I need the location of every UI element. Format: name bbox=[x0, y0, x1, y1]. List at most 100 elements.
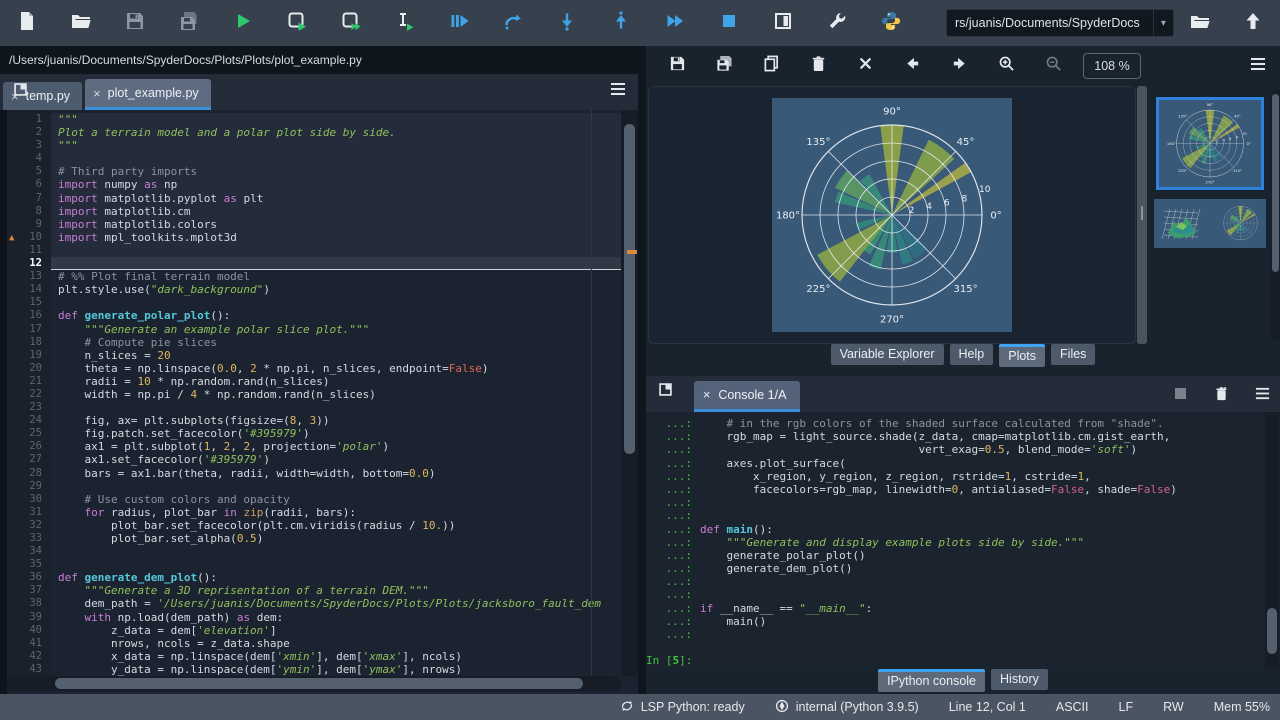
plots-remove-all-button[interactable] bbox=[842, 46, 889, 86]
code-line[interactable]: z_data = dem['elevation'] bbox=[51, 624, 621, 637]
continue-button[interactable] bbox=[648, 0, 702, 46]
code-line[interactable]: n_slices = 20 bbox=[51, 349, 621, 362]
tab-plots[interactable]: Plots bbox=[999, 344, 1045, 367]
code-line[interactable]: def generate_dem_plot(): bbox=[51, 571, 621, 584]
code-line[interactable]: # Third party imports bbox=[51, 165, 621, 178]
close-icon[interactable]: × bbox=[93, 86, 101, 101]
code-line[interactable]: fig, ax= plt.subplots(figsize=(8, 3)) bbox=[51, 414, 621, 427]
line-number[interactable]: 27 bbox=[7, 453, 51, 466]
plots-next-button[interactable] bbox=[936, 46, 983, 86]
line-number[interactable]: 2 bbox=[7, 126, 51, 139]
plots-splitter[interactable] bbox=[1137, 86, 1147, 344]
run-cell-button[interactable] bbox=[270, 0, 324, 46]
code-line[interactable] bbox=[51, 257, 621, 270]
line-number[interactable]: 29 bbox=[7, 480, 51, 493]
plot-thumbnail[interactable] bbox=[1154, 199, 1266, 248]
line-number[interactable]: 28 bbox=[7, 467, 51, 480]
console-scrollbar[interactable] bbox=[1265, 412, 1279, 668]
line-number[interactable]: 19 bbox=[7, 349, 51, 362]
line-number[interactable]: 42 bbox=[7, 650, 51, 663]
tab-files[interactable]: Files bbox=[1051, 344, 1095, 365]
code-line[interactable] bbox=[51, 558, 621, 571]
save-all-button[interactable] bbox=[162, 0, 216, 46]
code-line[interactable] bbox=[51, 480, 621, 493]
line-number[interactable]: 20 bbox=[7, 362, 51, 375]
code-line[interactable]: Plot a terrain model and a polar plot si… bbox=[51, 126, 621, 139]
line-number[interactable]: 40 bbox=[7, 624, 51, 637]
line-number[interactable]: 24 bbox=[7, 414, 51, 427]
line-number[interactable]: 16 bbox=[7, 309, 51, 322]
code-line[interactable]: """ bbox=[51, 113, 621, 126]
code-line[interactable]: ax1 = plt.subplot(1, 2, 2, projection='p… bbox=[51, 440, 621, 453]
debug-file-button[interactable] bbox=[432, 0, 486, 46]
scrollbar-handle[interactable] bbox=[55, 678, 583, 689]
code-line[interactable]: x_data = np.linspace(dem['xmin'], dem['x… bbox=[51, 650, 621, 663]
code-line[interactable]: width = np.pi / 4 * np.random.rand(n_sli… bbox=[51, 388, 621, 401]
chevron-down-icon[interactable]: ▾ bbox=[1153, 10, 1173, 36]
run-cell-advance-button[interactable] bbox=[324, 0, 378, 46]
plots-save-button[interactable] bbox=[654, 46, 701, 86]
line-number[interactable]: 39 bbox=[7, 611, 51, 624]
line-number[interactable]: 41 bbox=[7, 637, 51, 650]
line-number[interactable]: 11 bbox=[7, 244, 51, 257]
preferences-button[interactable] bbox=[810, 0, 864, 46]
line-number[interactable]: 22 bbox=[7, 388, 51, 401]
line-number[interactable]: 6 bbox=[7, 178, 51, 191]
interrupt-kernel-button[interactable] bbox=[1173, 386, 1188, 406]
code-line[interactable]: with np.load(dem_path) as dem: bbox=[51, 611, 621, 624]
new-file-button[interactable] bbox=[0, 0, 54, 46]
editor-options-button[interactable] bbox=[610, 82, 626, 101]
line-number[interactable]: 3 bbox=[7, 139, 51, 152]
line-number[interactable]: 5 bbox=[7, 165, 51, 178]
line-number[interactable]: 14 bbox=[7, 283, 51, 296]
code-area[interactable]: """Plot a terrain model and a polar plot… bbox=[51, 110, 621, 676]
line-number[interactable]: 43 bbox=[7, 663, 51, 676]
code-line[interactable]: import mpl_toolkits.mplot3d bbox=[51, 231, 621, 244]
code-line[interactable]: import matplotlib.pyplot as plt bbox=[51, 192, 621, 205]
stop-button[interactable] bbox=[702, 0, 756, 46]
interpreter-status[interactable]: internal (Python 3.9.5) bbox=[775, 699, 919, 716]
code-line[interactable]: theta = np.linspace(0.0, 2 * np.pi, n_sl… bbox=[51, 362, 621, 375]
step-return-button[interactable] bbox=[594, 0, 648, 46]
line-number[interactable]: 32 bbox=[7, 519, 51, 532]
code-line[interactable]: ax1.set_facecolor('#395979') bbox=[51, 453, 621, 466]
plots-options-button[interactable] bbox=[1250, 57, 1266, 76]
browse-tabs-button[interactable] bbox=[8, 80, 32, 104]
line-number[interactable]: 13 bbox=[7, 270, 51, 283]
code-line[interactable]: import numpy as np bbox=[51, 178, 621, 191]
code-line[interactable]: y_data = np.linspace(dem['ymin'], dem['y… bbox=[51, 663, 621, 676]
browse-working-directory-button[interactable] bbox=[1174, 0, 1227, 46]
code-line[interactable] bbox=[51, 401, 621, 414]
line-number[interactable]: ▲10 bbox=[7, 231, 51, 244]
code-line[interactable] bbox=[51, 545, 621, 558]
maximize-pane-button[interactable] bbox=[756, 0, 810, 46]
plots-zoom-in-button[interactable] bbox=[983, 46, 1030, 86]
tab-plot-example-py[interactable]: × plot_example.py bbox=[85, 79, 211, 110]
line-number[interactable]: 26 bbox=[7, 440, 51, 453]
plots-previous-button[interactable] bbox=[889, 46, 936, 86]
code-line[interactable]: def generate_polar_plot(): bbox=[51, 309, 621, 322]
code-line[interactable]: nrows, ncols = z_data.shape bbox=[51, 637, 621, 650]
code-line[interactable] bbox=[51, 296, 621, 309]
tab-help[interactable]: Help bbox=[950, 344, 994, 365]
plots-copy-button[interactable] bbox=[748, 46, 795, 86]
ipython-console-output[interactable]: ...: # in the rgb colors of the shaded s… bbox=[646, 412, 1280, 668]
code-line[interactable]: """Generate an example polar slice plot.… bbox=[51, 323, 621, 336]
browse-tabs-button[interactable] bbox=[658, 382, 673, 402]
scrollbar-handle[interactable] bbox=[1267, 608, 1277, 654]
line-number[interactable]: 12 bbox=[7, 257, 51, 270]
plots-save-all-button[interactable] bbox=[701, 46, 748, 86]
line-number[interactable]: 38 bbox=[7, 597, 51, 610]
code-line[interactable]: # Use custom colors and opacity bbox=[51, 493, 621, 506]
tab-console-1a[interactable]: × Console 1/A bbox=[694, 381, 800, 412]
step-over-button[interactable] bbox=[486, 0, 540, 46]
run-selection-button[interactable] bbox=[378, 0, 432, 46]
code-editor[interactable]: 123456789▲101112131415161718192021222324… bbox=[0, 110, 638, 694]
line-number[interactable]: 36 bbox=[7, 571, 51, 584]
horizontal-splitter[interactable] bbox=[646, 368, 1280, 376]
close-icon[interactable]: × bbox=[703, 388, 710, 402]
thumbnails-scrollbar[interactable] bbox=[1271, 90, 1280, 340]
line-number[interactable]: 31 bbox=[7, 506, 51, 519]
console-options-button[interactable] bbox=[1255, 386, 1270, 406]
vertical-splitter[interactable] bbox=[638, 46, 646, 694]
